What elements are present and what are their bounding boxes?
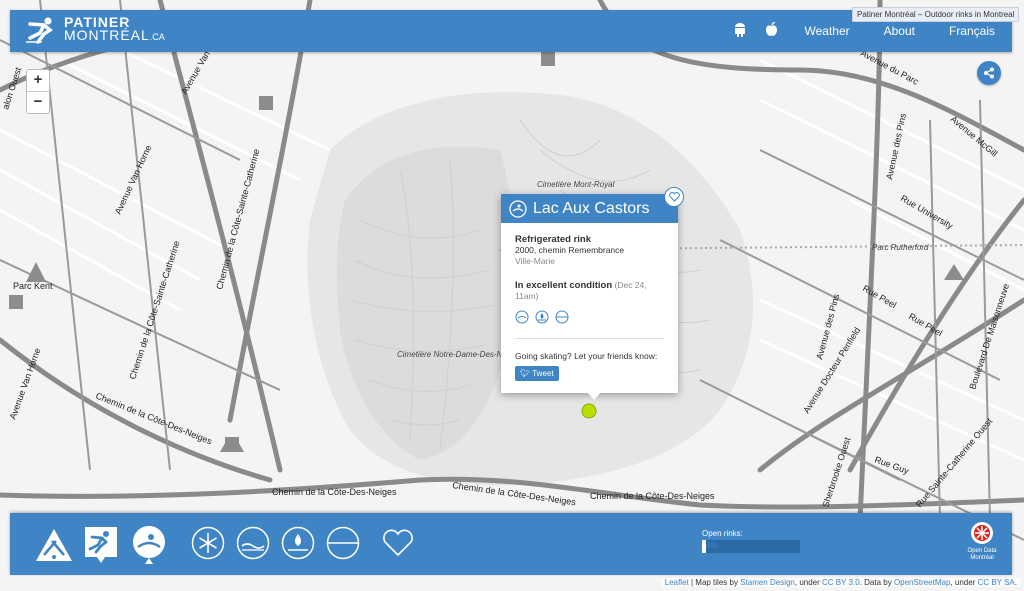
label-parc-rutherford: Parc Rutherford: [872, 243, 929, 252]
map-attribution: Leaflet | Map tiles by Stamen Design, un…: [661, 578, 1020, 587]
title-tooltip: Patiner Montréal – Outdoor rinks in Mont…: [852, 7, 1020, 22]
tweet-button[interactable]: 🐦︎ Tweet: [515, 366, 559, 381]
zoom-control: + −: [26, 69, 50, 114]
popup-tip: [587, 392, 601, 400]
attrib-sep3: . Data by: [859, 578, 894, 587]
water-drop-icon[interactable]: [281, 526, 315, 565]
no-entry-icon: [555, 310, 569, 324]
open-data-montreal-logo[interactable]: Open Data Montréal: [960, 521, 1004, 562]
popup-header: Lac Aux Castors: [501, 194, 678, 223]
attrib-sep4: , under: [950, 578, 978, 587]
bottom-filter-bar: Open rinks: 4% Open Data Montréal: [10, 513, 1012, 575]
ice-resurfaced-icon[interactable]: [236, 526, 270, 565]
hockey-rink-icon[interactable]: [34, 527, 74, 568]
selected-rink-marker[interactable]: [581, 403, 597, 419]
logo-line2: MONTRÉAL: [64, 27, 150, 43]
popup-separator: [515, 338, 664, 339]
twitter-icon: 🐦︎: [520, 369, 533, 378]
ice-resurfaced-icon: [515, 310, 529, 324]
share-prompt: Going skating? Let your friends know:: [515, 351, 658, 361]
label-cote-des-neiges-4: Chemin de la Côte-Des-Neiges: [590, 491, 715, 501]
stamen-link[interactable]: Stamen Design: [740, 578, 795, 587]
share-button[interactable]: [977, 61, 1001, 85]
attrib-sep1: | Map tiles by: [688, 578, 741, 587]
zoom-out-button[interactable]: −: [27, 92, 49, 113]
rink-type: Refrigerated rink: [515, 234, 592, 245]
popup-title: Lac Aux Castors: [533, 199, 650, 217]
condition-icons: [515, 310, 664, 324]
attrib-sep2: , under: [794, 578, 823, 587]
open-data-line2: Montréal: [970, 555, 994, 561]
apple-icon[interactable]: [765, 21, 778, 41]
heart-icon[interactable]: [382, 529, 414, 562]
no-entry-icon[interactable]: [326, 526, 360, 565]
favorite-button[interactable]: [664, 187, 684, 207]
open-data-line1: Open Data: [967, 548, 997, 554]
snowflake-icon[interactable]: [191, 526, 225, 565]
water-drop-icon: [535, 310, 549, 324]
zoom-in-button[interactable]: +: [27, 70, 49, 92]
rink-borough: Ville-Marie: [515, 256, 555, 266]
skating-path-icon[interactable]: [132, 525, 166, 570]
skating-rink-icon[interactable]: [84, 526, 118, 569]
label-cote-des-neiges-2: Chemin de la Côte-Des-Neiges: [272, 487, 397, 497]
ccbysa-link[interactable]: CC BY SA: [978, 578, 1015, 587]
osm-link[interactable]: OpenStreetMap: [894, 578, 950, 587]
popup-body: Refrigerated rink 2000, chemin Remembran…: [501, 223, 678, 381]
rink-address: 2000, chemin Remembrance: [515, 245, 625, 255]
ccby30-link[interactable]: CC BY 3.0: [822, 578, 860, 587]
rink-condition: In excellent condition: [515, 280, 613, 291]
logo-suffix: .CA: [149, 32, 165, 42]
share-icon: [984, 67, 994, 79]
attrib-end: .: [1014, 578, 1017, 587]
nav-about[interactable]: About: [884, 24, 915, 38]
label-parc-kent: Parc Kent: [13, 281, 53, 291]
site-logo[interactable]: PATINER MONTRÉAL.CA: [24, 15, 165, 44]
leaflet-link[interactable]: Leaflet: [665, 578, 689, 587]
heart-icon: [668, 192, 680, 202]
rink-popup: Lac Aux Castors Refrigerated rink 2000, …: [501, 194, 678, 393]
open-rinks-percent: 4%: [706, 541, 718, 550]
open-rinks-label: Open rinks:: [702, 529, 743, 538]
nav-weather[interactable]: Weather: [804, 24, 849, 38]
label-cim-mont-royal: Cimetière Mont-Royal: [537, 180, 615, 189]
open-rinks-progress: 4%: [702, 540, 800, 553]
nav-language[interactable]: Français: [949, 24, 995, 38]
android-icon[interactable]: [733, 22, 747, 41]
tweet-label: Tweet: [532, 369, 554, 378]
skater-logo-icon: [26, 17, 53, 44]
skating-path-icon: [509, 199, 527, 218]
open-data-logo-icon: [971, 522, 993, 544]
